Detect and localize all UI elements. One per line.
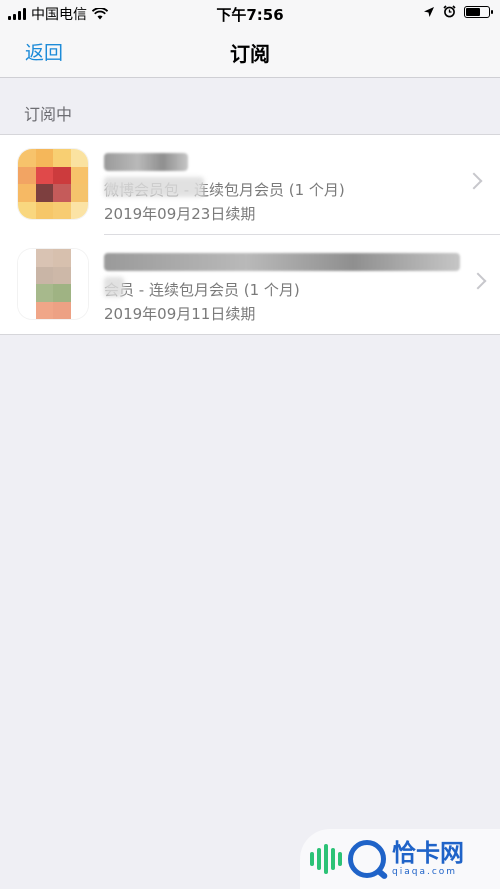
icon-pixel [35, 184, 53, 202]
chevron-right-icon [469, 272, 487, 290]
icon-pixel [53, 266, 71, 284]
icon-pixel [18, 301, 36, 319]
page-title: 订阅 [230, 42, 270, 66]
app-name-redacted [104, 253, 460, 271]
subscription-plan-text: 会员 - 连续包月会员 (1 个月) [104, 281, 300, 299]
icon-pixel [35, 249, 53, 267]
alarm-icon [443, 5, 456, 18]
navigation-bar: 返回 订阅 [0, 26, 500, 78]
icon-pixel [35, 149, 53, 167]
renewal-date: 2019年09月11日续期 [104, 305, 256, 323]
icon-pixel [53, 184, 71, 202]
icon-pixel [18, 166, 36, 184]
icon-pixel [18, 266, 36, 284]
icon-pixel [70, 149, 88, 167]
subscription-row[interactable]: 微博会员包 - 连续包月会员 (1 个月) 2019年09月23日续期 [0, 135, 500, 234]
icon-pixel [53, 149, 71, 167]
app-name-redacted [104, 153, 188, 171]
icon-pixel [53, 166, 71, 184]
watermark-en: qiaqa.com [392, 867, 458, 877]
watermark-text: 恰卡网 qiaqa.com [392, 841, 464, 877]
battery-icon [464, 5, 493, 18]
icon-pixel [70, 166, 88, 184]
subscription-text: 微博会员包 - 连续包月会员 (1 个月) 2019年09月23日续期 [104, 153, 460, 224]
icon-pixel [35, 301, 53, 319]
icon-pixel [18, 149, 36, 167]
watermark-bars-icon [310, 844, 342, 874]
battery-level [466, 7, 481, 16]
icon-pixel [70, 301, 88, 319]
watermark: 恰卡网 qiaqa.com [300, 829, 500, 889]
icon-pixel [70, 184, 88, 202]
chevron-right-icon [465, 172, 483, 190]
icon-pixel [70, 284, 88, 302]
icon-pixel [53, 284, 71, 302]
icon-pixel [70, 266, 88, 284]
plan-redaction [104, 177, 204, 197]
icon-pixel [53, 301, 71, 319]
icon-pixel [35, 284, 53, 302]
icon-pixel [35, 201, 53, 219]
subscription-plan: 微博会员包 - 连续包月会员 (1 个月) [104, 177, 460, 200]
icon-pixel [70, 249, 88, 267]
watermark-cn: 恰卡网 [392, 839, 464, 867]
status-bar: 中国电信 下午7:56 [0, 0, 500, 26]
icon-pixel [35, 166, 53, 184]
watermark-logo-icon [348, 840, 386, 878]
subscription-row[interactable]: 会员 - 连续包月会员 (1 个月) 2019年09月11日续期 [18, 234, 500, 334]
subscription-text: 会员 - 连续包月会员 (1 个月) 2019年09月11日续期 [104, 253, 460, 324]
status-right [423, 5, 493, 18]
icon-pixel [18, 284, 36, 302]
icon-pixel [18, 184, 36, 202]
app-icon [18, 249, 88, 319]
icon-pixel [18, 249, 36, 267]
app-icon [18, 149, 88, 219]
icon-pixel [35, 266, 53, 284]
icon-pixel [70, 201, 88, 219]
location-arrow-icon [424, 6, 434, 17]
renewal-date: 2019年09月23日续期 [104, 205, 256, 223]
section-header: 订阅中 [24, 105, 73, 124]
subscription-list: 微博会员包 - 连续包月会员 (1 个月) 2019年09月23日续期 会员 -… [0, 134, 500, 335]
plan-redaction [104, 277, 124, 297]
icon-pixel [53, 201, 71, 219]
subscription-plan: 会员 - 连续包月会员 (1 个月) [104, 277, 460, 300]
icon-pixel [53, 249, 71, 267]
icon-pixel [18, 201, 36, 219]
